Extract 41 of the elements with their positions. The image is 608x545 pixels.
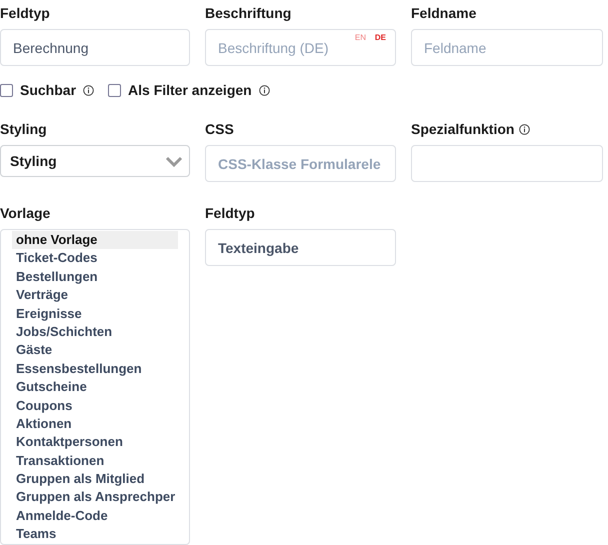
list-option[interactable]: Essensbestellungen xyxy=(12,360,178,378)
info-icon[interactable] xyxy=(519,124,530,134)
field-label: Spezialfunktion xyxy=(411,121,514,137)
info-icon[interactable] xyxy=(258,84,270,96)
input-field[interactable] xyxy=(411,145,603,182)
list-option[interactable]: Gruppen als Ansprechper xyxy=(12,488,178,507)
input-field[interactable]: Texteingabe xyxy=(205,229,396,266)
input-field[interactable]: CSS-Klasse Formularele xyxy=(205,145,396,182)
list-option[interactable]: Gutscheine xyxy=(12,378,178,397)
list-option[interactable]: Transaktionen xyxy=(12,452,178,470)
checkbox-label: Suchbar xyxy=(20,82,76,98)
list-option[interactable]: Ereignisse xyxy=(12,304,178,323)
list-option[interactable]: Aktionen xyxy=(12,414,178,434)
field-label: Beschriftung xyxy=(205,4,292,22)
field-label: Feldtyp xyxy=(205,204,256,222)
list-option[interactable]: Teams xyxy=(12,525,178,544)
list-option[interactable]: Bestellungen xyxy=(12,268,178,286)
chevron-down-icon xyxy=(165,156,183,166)
list-option[interactable]: Kontaktpersonen xyxy=(12,433,178,452)
field-label: Styling xyxy=(0,120,48,138)
list-option[interactable]: Jobs/Schichten xyxy=(12,322,178,342)
list-option[interactable]: Gäste xyxy=(12,341,178,360)
styling-select[interactable]: Styling xyxy=(0,145,190,177)
field-label: Feldtyp xyxy=(0,4,51,22)
checkbox[interactable] xyxy=(108,84,122,96)
info-icon[interactable] xyxy=(83,84,94,96)
list-option[interactable]: Gruppen als Mitglied xyxy=(12,470,178,488)
list-option[interactable]: ohne Vorlage xyxy=(12,231,178,250)
input-field[interactable]: Berechnung xyxy=(0,29,190,66)
list-option[interactable]: Ticket-Codes xyxy=(12,249,178,268)
field-label: Vorlage xyxy=(0,204,52,222)
checkbox[interactable] xyxy=(0,84,13,96)
template-listbox[interactable] xyxy=(0,229,190,545)
list-option[interactable]: Coupons xyxy=(12,396,178,415)
list-option[interactable]: Verträge xyxy=(12,286,178,305)
field-label: Feldname xyxy=(411,4,478,22)
list-option[interactable]: Anmelde-Code xyxy=(12,506,178,526)
input-field[interactable]: Feldname xyxy=(411,29,603,66)
checkbox-label: Als Filter anzeigen xyxy=(128,82,252,98)
language-toggle[interactable]: DE xyxy=(374,33,386,42)
field-label: CSS xyxy=(205,120,235,138)
